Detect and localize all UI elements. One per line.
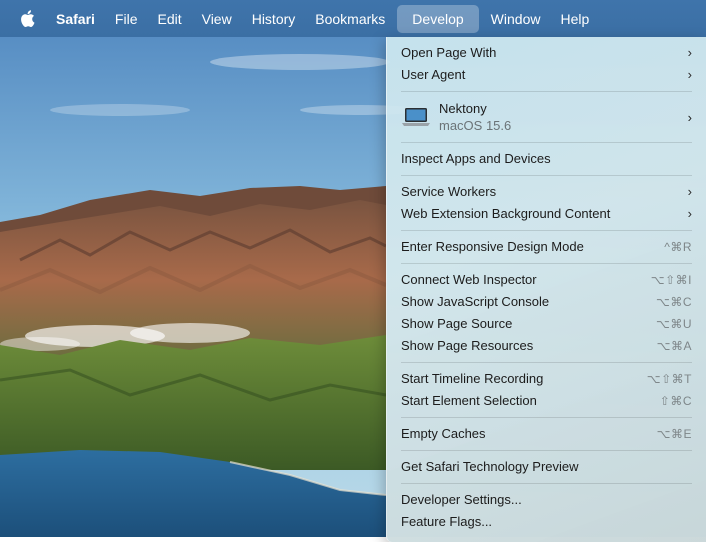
menu-edit[interactable]: Edit — [149, 7, 189, 31]
js-console-label: Show JavaScript Console — [401, 294, 550, 309]
menu-item-developer-settings[interactable]: Developer Settings... — [387, 489, 706, 511]
menu-develop[interactable]: Develop — [397, 4, 479, 33]
menu-item-page-resources[interactable]: Show Page Resources ⌥⌘A — [387, 335, 706, 357]
timeline-recording-label: Start Timeline Recording — [401, 371, 544, 386]
user-agent-label: User Agent — [401, 67, 466, 82]
empty-caches-label: Empty Caches — [401, 426, 486, 441]
device-name: Nektony — [439, 101, 487, 116]
element-selection-shortcut: ⇧⌘C — [659, 394, 692, 408]
menu-item-service-workers[interactable]: Service Workers › — [387, 181, 706, 203]
menu-separator — [401, 263, 692, 264]
chevron-right-icon: › — [687, 206, 692, 221]
menu-separator — [401, 91, 692, 92]
developer-settings-label: Developer Settings... — [401, 492, 522, 507]
page-resources-shortcut: ⌥⌘A — [656, 339, 692, 353]
menu-item-web-extension-bg[interactable]: Web Extension Background Content › — [387, 203, 706, 225]
menu-bar: Safari File Edit View History Bookmarks … — [0, 0, 706, 37]
menu-item-device-nektony[interactable]: Nektony macOS 15.6 › — [387, 97, 706, 137]
menu-item-feature-flags[interactable]: Feature Flags... — [387, 511, 706, 533]
menu-safari[interactable]: Safari — [48, 7, 103, 31]
page-source-label: Show Page Source — [401, 316, 513, 331]
chevron-right-icon: › — [687, 184, 692, 199]
inspect-apps-label: Inspect Apps and Devices — [401, 151, 551, 166]
menu-item-page-source[interactable]: Show Page Source ⌥⌘U — [387, 313, 706, 335]
menu-separator — [401, 142, 692, 143]
menu-item-inspect-apps[interactable]: Inspect Apps and Devices — [387, 148, 706, 170]
menu-separator — [401, 483, 692, 484]
menu-bookmarks[interactable]: Bookmarks — [307, 7, 393, 31]
menu-item-timeline-recording[interactable]: Start Timeline Recording ⌥⇧⌘T — [387, 368, 706, 390]
menu-item-tech-preview[interactable]: Get Safari Technology Preview — [387, 456, 706, 478]
responsive-design-label: Enter Responsive Design Mode — [401, 239, 584, 254]
chevron-right-icon: › — [687, 67, 692, 82]
device-info: Nektony macOS 15.6 — [439, 100, 688, 134]
js-console-shortcut: ⌥⌘C — [656, 295, 692, 309]
menu-item-user-agent[interactable]: User Agent › — [387, 64, 706, 86]
web-extension-bg-label: Web Extension Background Content — [401, 206, 611, 221]
menu-separator — [401, 450, 692, 451]
feature-flags-label: Feature Flags... — [401, 514, 493, 529]
menu-separator — [401, 230, 692, 231]
menu-file[interactable]: File — [107, 7, 146, 31]
open-page-with-label: Open Page With — [401, 45, 497, 60]
menu-view[interactable]: View — [194, 7, 240, 31]
menu-separator — [401, 362, 692, 363]
menu-help[interactable]: Help — [552, 7, 597, 31]
menu-history[interactable]: History — [244, 7, 304, 31]
menu-separator — [401, 417, 692, 418]
responsive-design-shortcut: ^⌘R — [664, 240, 692, 254]
service-workers-label: Service Workers — [401, 184, 497, 199]
empty-caches-shortcut: ⌥⌘E — [656, 427, 692, 441]
device-os-version: macOS 15.6 — [439, 118, 512, 133]
tech-preview-label: Get Safari Technology Preview — [401, 459, 579, 474]
page-resources-label: Show Page Resources — [401, 338, 534, 353]
laptop-icon — [401, 106, 431, 128]
connect-inspector-shortcut: ⌥⇧⌘I — [650, 273, 692, 287]
chevron-right-icon: › — [687, 109, 692, 125]
menu-item-js-console[interactable]: Show JavaScript Console ⌥⌘C — [387, 291, 706, 313]
apple-logo-icon[interactable] — [16, 8, 38, 30]
menu-item-open-page-with[interactable]: Open Page With › — [387, 42, 706, 64]
menu-separator — [401, 175, 692, 176]
menu-item-responsive-design[interactable]: Enter Responsive Design Mode ^⌘R — [387, 236, 706, 258]
chevron-right-icon: › — [687, 45, 692, 60]
connect-inspector-label: Connect Web Inspector — [401, 272, 537, 287]
menu-item-connect-inspector[interactable]: Connect Web Inspector ⌥⇧⌘I — [387, 269, 706, 291]
menu-window[interactable]: Window — [483, 7, 549, 31]
page-source-shortcut: ⌥⌘U — [656, 317, 692, 331]
develop-menu-dropdown: Open Page With › User Agent › Nektony ma… — [386, 37, 706, 542]
menu-item-element-selection[interactable]: Start Element Selection ⇧⌘C — [387, 390, 706, 412]
timeline-recording-shortcut: ⌥⇧⌘T — [646, 372, 692, 386]
element-selection-label: Start Element Selection — [401, 393, 537, 408]
menu-item-empty-caches[interactable]: Empty Caches ⌥⌘E — [387, 423, 706, 445]
